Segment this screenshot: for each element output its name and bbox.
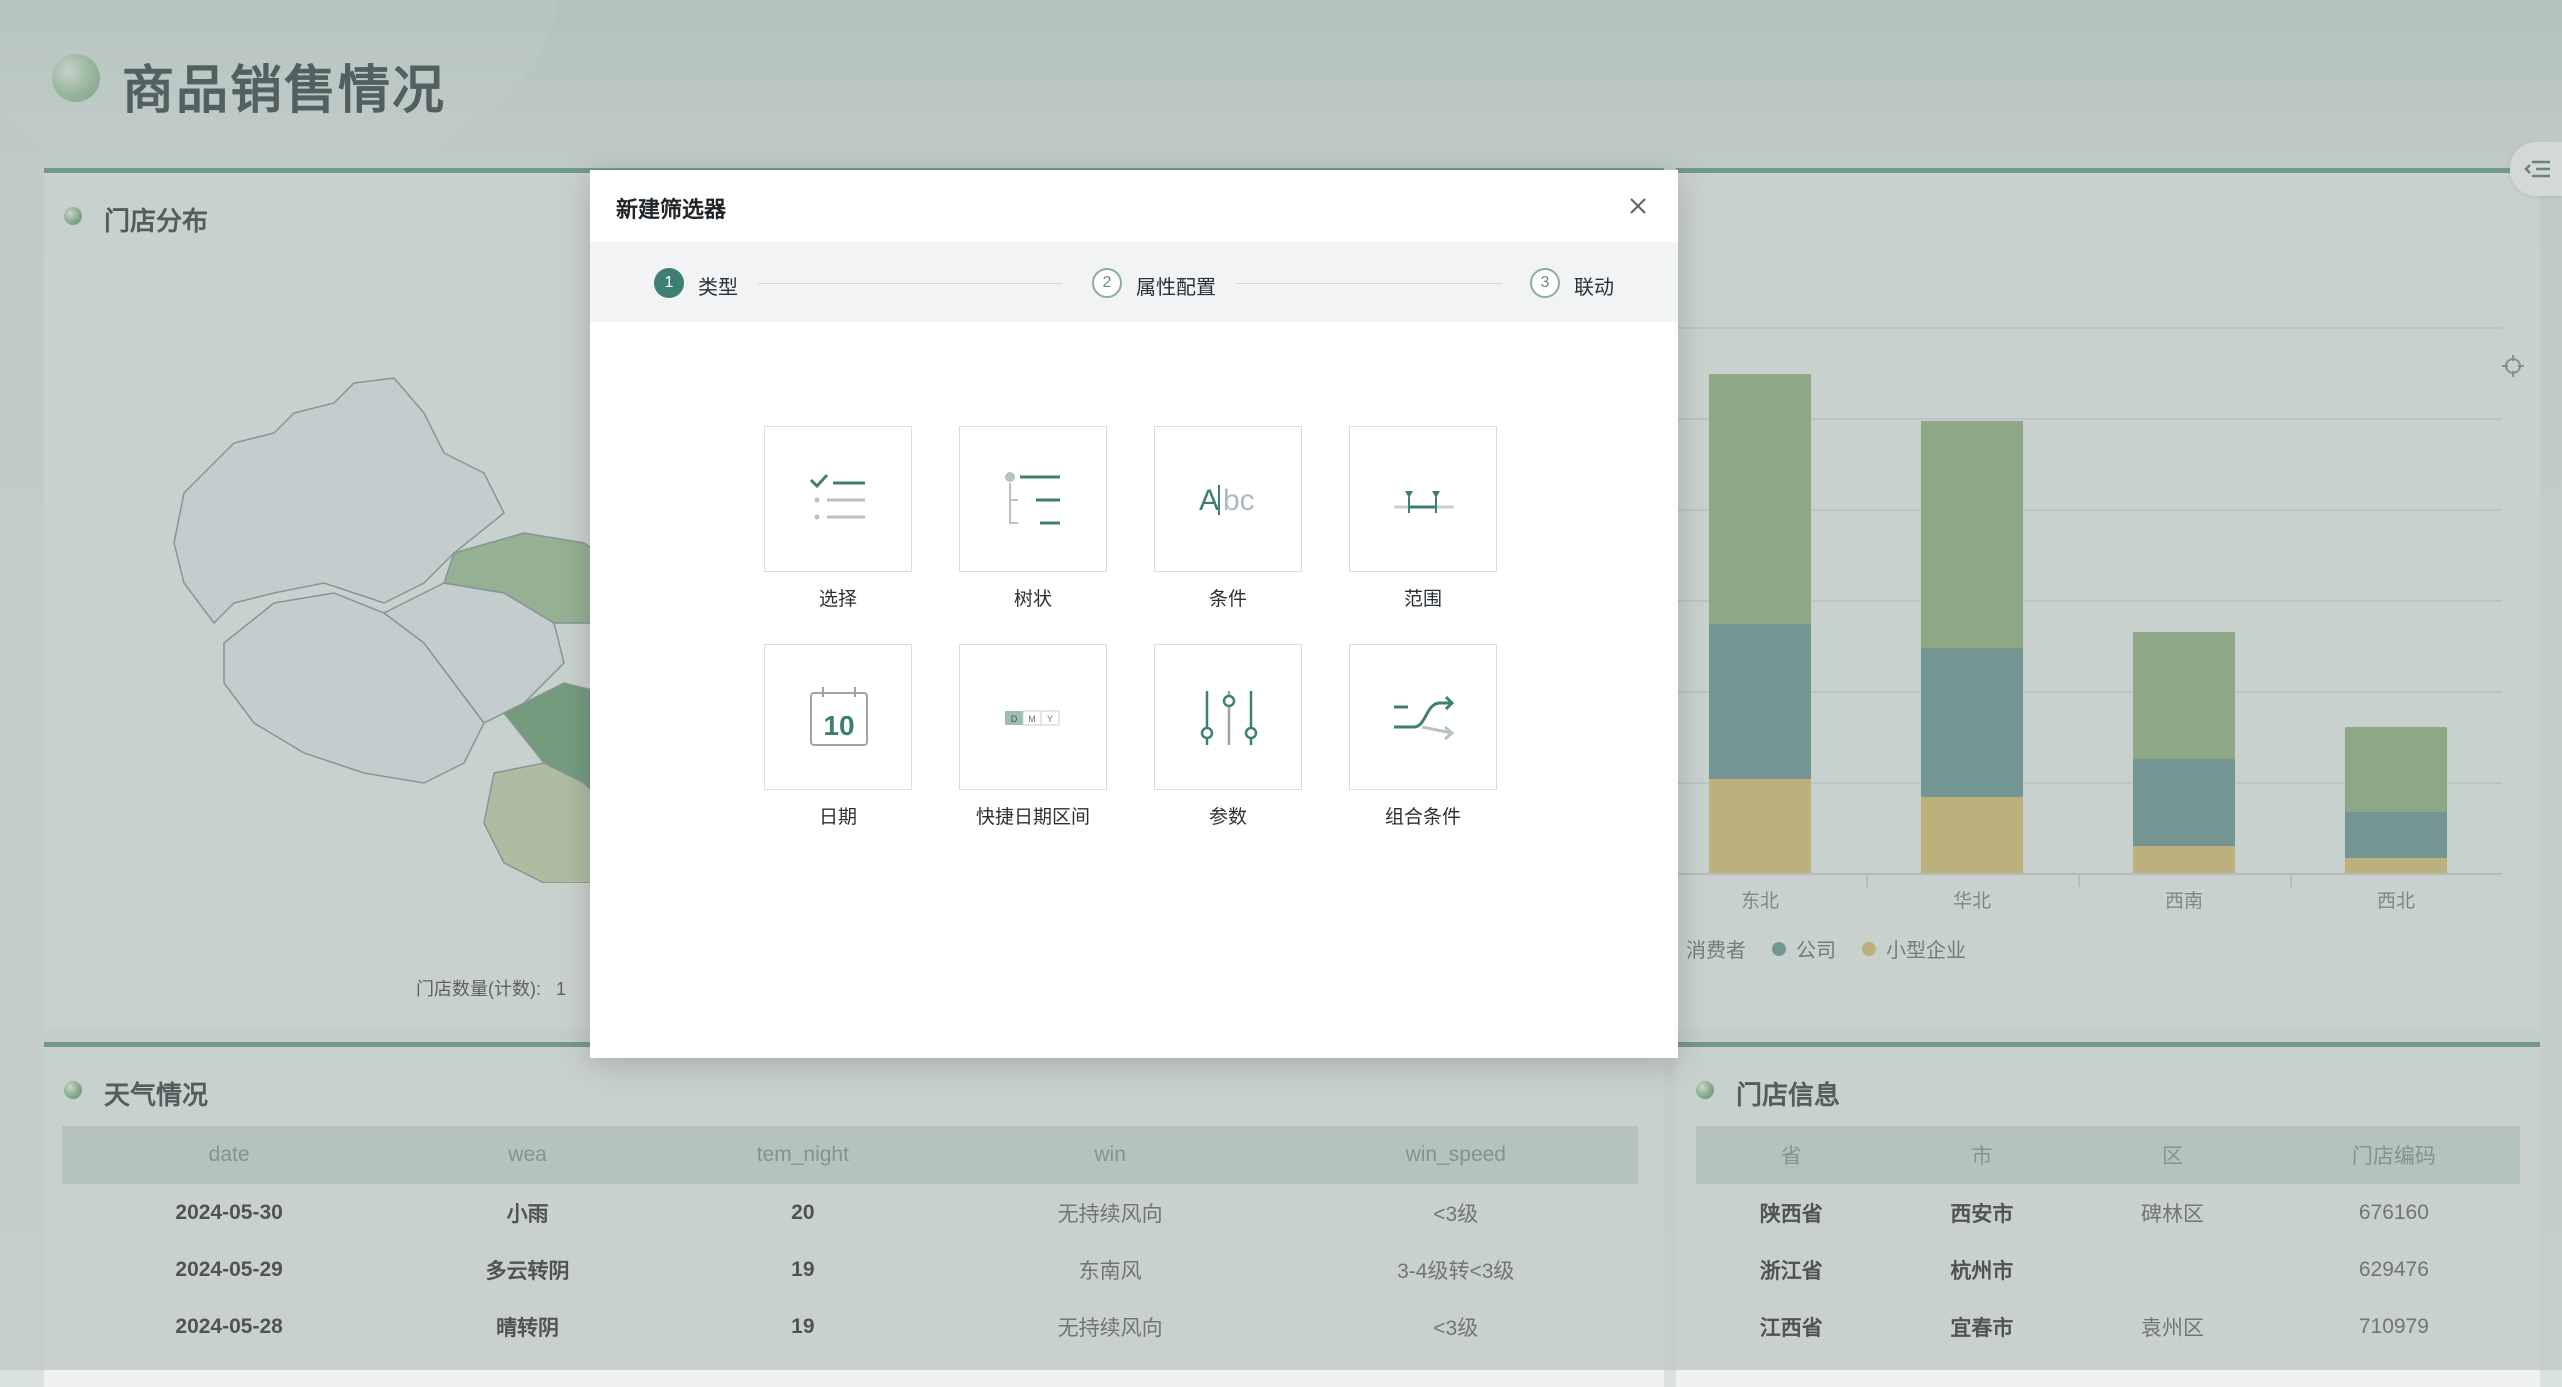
filter-type-label: 范围 bbox=[1403, 589, 1442, 610]
tree-icon bbox=[1005, 472, 1060, 525]
filter-type-range[interactable] bbox=[1349, 426, 1497, 572]
step-2-label[interactable]: 属性配置 bbox=[1136, 271, 1216, 300]
icon-glyph: bc bbox=[1223, 484, 1255, 517]
dialog-header: 新建筛选器 bbox=[590, 170, 1678, 243]
filter-type-parameter[interactable] bbox=[1154, 644, 1302, 790]
new-filter-dialog: 新建筛选器 1 类型 2 属性配置 3 联动 选择 树状 A bc 条件 范围 … bbox=[590, 170, 1678, 1058]
checklist-icon bbox=[809, 473, 865, 520]
quick-date-icon: D M Y bbox=[1005, 710, 1060, 726]
step-1-label[interactable]: 类型 bbox=[698, 271, 738, 300]
filter-type-label: 日期 bbox=[818, 807, 857, 828]
icon-glyph: A bbox=[1199, 484, 1219, 517]
icon-glyph: D bbox=[1011, 714, 1018, 724]
filter-type-label: 树状 bbox=[1013, 589, 1052, 610]
combine-icon bbox=[1394, 695, 1455, 741]
filter-type-label: 组合条件 bbox=[1384, 807, 1461, 828]
step-2-number[interactable]: 2 bbox=[1092, 268, 1122, 298]
dialog-title: 新建筛选器 bbox=[616, 197, 727, 222]
filter-type-tree[interactable] bbox=[959, 426, 1107, 572]
filter-type-select[interactable] bbox=[764, 426, 912, 572]
step-connector bbox=[1236, 283, 1502, 284]
step-connector bbox=[758, 283, 1062, 284]
step-3-number[interactable]: 3 bbox=[1530, 268, 1560, 298]
filter-type-label: 条件 bbox=[1208, 589, 1247, 610]
step-3-label[interactable]: 联动 bbox=[1574, 271, 1614, 300]
filter-type-condition[interactable]: A bc bbox=[1154, 426, 1302, 572]
text-condition-icon: A bc bbox=[1199, 484, 1255, 517]
step-1-number[interactable]: 1 bbox=[654, 268, 684, 298]
icon-glyph: 10 bbox=[823, 710, 854, 741]
filter-type-combined[interactable] bbox=[1349, 644, 1497, 790]
calendar-icon: 10 bbox=[810, 687, 868, 746]
filter-type-label: 参数 bbox=[1208, 807, 1247, 828]
close-icon[interactable] bbox=[1624, 192, 1652, 220]
stepper: 1 类型 2 属性配置 3 联动 bbox=[590, 242, 1678, 322]
filter-type-label: 快捷日期区间 bbox=[975, 807, 1090, 828]
icon-glyph: Y bbox=[1047, 714, 1053, 724]
range-icon bbox=[1394, 491, 1454, 513]
sliders-icon bbox=[1200, 691, 1258, 745]
filter-type-date[interactable]: 10 bbox=[764, 644, 912, 790]
filter-type-quick-date[interactable]: D M Y bbox=[959, 644, 1107, 790]
icon-glyph: M bbox=[1028, 714, 1036, 724]
filter-type-label: 选择 bbox=[818, 589, 857, 610]
